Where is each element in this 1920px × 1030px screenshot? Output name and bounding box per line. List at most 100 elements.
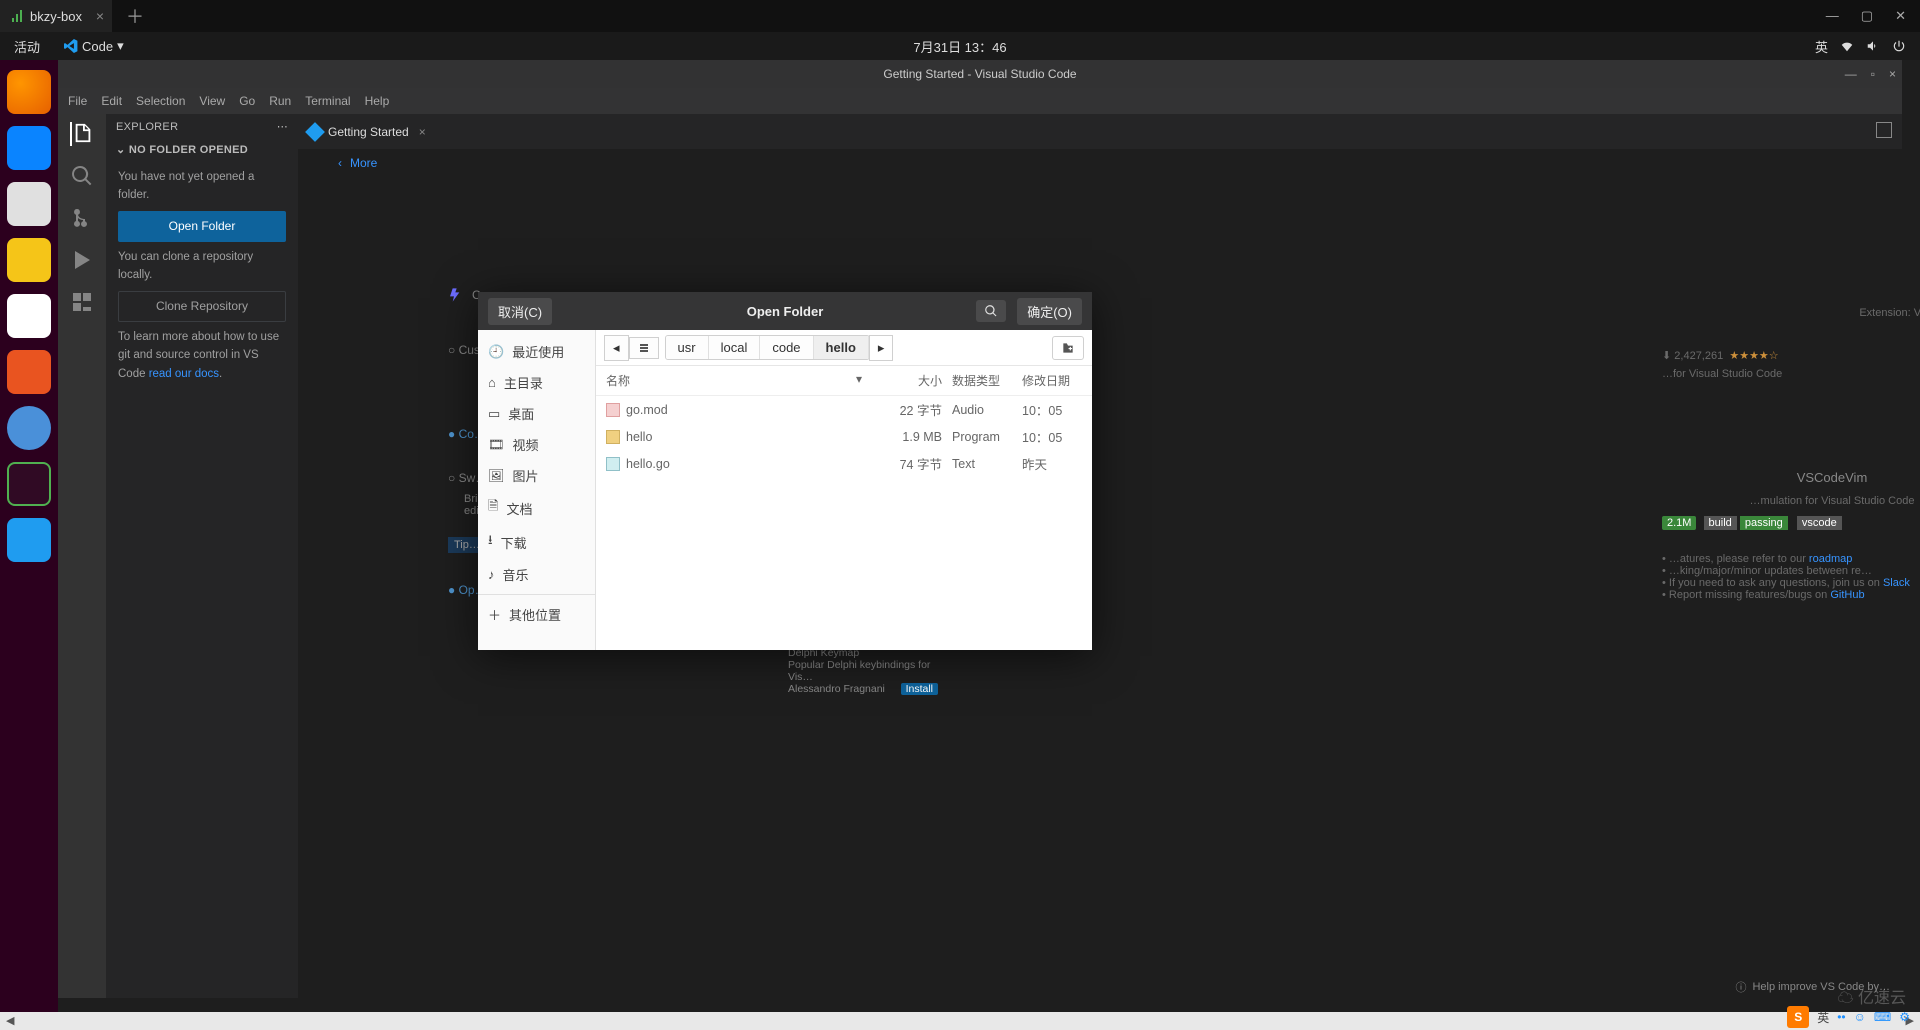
file-name: go.mod xyxy=(626,403,668,417)
path-forward-button[interactable]: ▸ xyxy=(869,335,894,361)
vscode-close-button[interactable]: × xyxy=(1889,67,1896,81)
dock-thunderbird[interactable] xyxy=(7,126,51,170)
activity-bar xyxy=(58,114,106,998)
path-root-button[interactable] xyxy=(629,337,659,359)
activity-explorer[interactable] xyxy=(70,122,94,146)
dock-help[interactable] xyxy=(7,406,51,450)
ime-lang[interactable]: 英 xyxy=(1817,1009,1829,1026)
document-icon: 🗎 xyxy=(488,497,498,519)
sidebar-msg-clone: You can clone a repository locally. xyxy=(118,248,286,285)
place-home[interactable]: ⌂主目录 xyxy=(478,367,595,398)
editor-tab-getting-started[interactable]: Getting Started × xyxy=(298,114,436,149)
scroll-left-icon[interactable]: ◀ xyxy=(6,1014,14,1027)
path-back-button[interactable]: ◂ xyxy=(604,335,629,361)
more-link[interactable]: More xyxy=(350,156,377,170)
menu-edit[interactable]: Edit xyxy=(101,94,122,108)
sort-indicator-icon[interactable]: ▾ xyxy=(856,372,862,389)
clock[interactable]: 7月31日 13：46 xyxy=(913,37,1006,56)
dock-software[interactable] xyxy=(7,350,51,394)
search-icon[interactable] xyxy=(976,300,1006,322)
power-icon[interactable] xyxy=(1892,39,1906,53)
vscode-titlebar[interactable]: Getting Started - Visual Studio Code — ▫… xyxy=(58,60,1902,88)
clock-icon: 🕘 xyxy=(488,344,504,360)
file-name: hello xyxy=(626,430,652,444)
dock-firefox[interactable] xyxy=(7,70,51,114)
close-icon[interactable]: × xyxy=(96,8,104,24)
menu-terminal[interactable]: Terminal xyxy=(305,94,350,108)
file-size: 74 字节 xyxy=(882,454,942,473)
wifi-icon[interactable] xyxy=(1840,39,1854,53)
file-row[interactable]: go.mod22 字节Audio10：05 xyxy=(596,396,1092,423)
browser-tab[interactable]: bkzy-box × xyxy=(0,0,112,32)
dock-rhythmbox[interactable] xyxy=(7,238,51,282)
new-folder-button[interactable] xyxy=(1052,336,1084,360)
window-minimize-button[interactable]: — xyxy=(1826,8,1839,24)
place-videos[interactable]: 🎞视频 xyxy=(478,429,595,460)
dock-files[interactable] xyxy=(7,182,51,226)
activities-button[interactable]: 活动 xyxy=(0,37,54,56)
menu-view[interactable]: View xyxy=(199,94,225,108)
place-pictures[interactable]: 🖼图片 xyxy=(478,460,595,491)
dialog-cancel-button[interactable]: 取消(C) xyxy=(488,298,552,325)
vscode-minimize-button[interactable]: — xyxy=(1845,67,1857,81)
path-seg-code[interactable]: code xyxy=(760,336,813,359)
face-icon[interactable]: ☺ xyxy=(1854,1010,1866,1024)
menu-go[interactable]: Go xyxy=(239,94,255,108)
desktop-icon: ▭ xyxy=(488,406,500,422)
volume-icon[interactable] xyxy=(1866,39,1880,53)
col-date[interactable]: 修改日期 xyxy=(1012,372,1082,389)
chevron-down-icon[interactable]: ⌄ xyxy=(116,144,129,156)
more-icon[interactable]: ⋯ xyxy=(277,120,288,133)
keyboard-icon[interactable]: ⌨ xyxy=(1874,1010,1891,1024)
split-editor-icon[interactable] xyxy=(1876,122,1892,138)
dialog-ok-button[interactable]: 确定(O) xyxy=(1017,298,1082,325)
place-other[interactable]: ＋其他位置 xyxy=(478,594,595,630)
activity-search[interactable] xyxy=(70,164,94,188)
install-button[interactable]: Install xyxy=(901,683,938,695)
file-date: 10：05 xyxy=(1012,427,1082,446)
path-seg-usr[interactable]: usr xyxy=(666,336,709,359)
col-size[interactable]: 大小 xyxy=(882,372,942,389)
clone-repo-button[interactable]: Clone Repository xyxy=(118,291,286,322)
menu-file[interactable]: File xyxy=(68,94,87,108)
dots-icon: •• xyxy=(1837,1010,1845,1024)
new-tab-button[interactable]: ＋ xyxy=(126,3,144,29)
menu-help[interactable]: Help xyxy=(365,94,390,108)
place-documents[interactable]: 🗎文档 xyxy=(478,491,595,525)
app-menu-label: Code xyxy=(82,39,113,54)
page-scrollbar[interactable]: ◀ ▶ S 英 •• ☺ ⌨ ⚙ xyxy=(0,1012,1920,1030)
col-type[interactable]: 数据类型 xyxy=(942,372,1012,389)
window-maximize-button[interactable]: ▢ xyxy=(1861,8,1873,24)
ime-indicator[interactable]: 英 xyxy=(1815,37,1828,56)
read-docs-link[interactable]: read our docs xyxy=(149,368,219,380)
file-type: Program xyxy=(942,430,1012,444)
menu-selection[interactable]: Selection xyxy=(136,94,185,108)
place-desktop[interactable]: ▭桌面 xyxy=(478,398,595,429)
open-folder-button[interactable]: Open Folder xyxy=(118,211,286,242)
path-seg-hello[interactable]: hello xyxy=(814,336,869,359)
status-help-improve[interactable]: ⓘ Help improve VS Code by… xyxy=(1735,979,1890,995)
vscode-maximize-button[interactable]: ▫ xyxy=(1871,67,1875,81)
file-type-icon xyxy=(606,430,620,444)
close-icon[interactable]: × xyxy=(419,125,426,139)
sidebar-msg-docs: To learn more about how to use git and s… xyxy=(118,328,286,383)
gear-icon[interactable]: ⚙ xyxy=(1899,1010,1910,1024)
path-seg-local[interactable]: local xyxy=(709,336,761,359)
activity-extensions[interactable] xyxy=(70,290,94,314)
dock-libreoffice[interactable] xyxy=(7,294,51,338)
dock-vscode[interactable] xyxy=(7,518,51,562)
sogou-ime-icon[interactable]: S xyxy=(1787,1006,1809,1028)
place-music[interactable]: ♪音乐 xyxy=(478,559,595,590)
app-menu[interactable]: Code ▾ xyxy=(54,38,134,54)
activity-debug[interactable] xyxy=(70,248,94,272)
dock-terminal[interactable] xyxy=(7,462,51,506)
place-downloads[interactable]: ⭳下载 xyxy=(478,525,595,559)
sidebar-msg-no-folder: You have not yet opened a folder. xyxy=(118,168,286,205)
file-row[interactable]: hello1.9 MBProgram10：05 xyxy=(596,423,1092,450)
window-close-button[interactable]: ✕ xyxy=(1895,8,1906,24)
menu-run[interactable]: Run xyxy=(269,94,291,108)
col-name[interactable]: 名称 xyxy=(606,372,630,389)
activity-scm[interactable] xyxy=(70,206,94,230)
file-row[interactable]: hello.go74 字节Text昨天 xyxy=(596,450,1092,477)
place-recent[interactable]: 🕘最近使用 xyxy=(478,336,595,367)
